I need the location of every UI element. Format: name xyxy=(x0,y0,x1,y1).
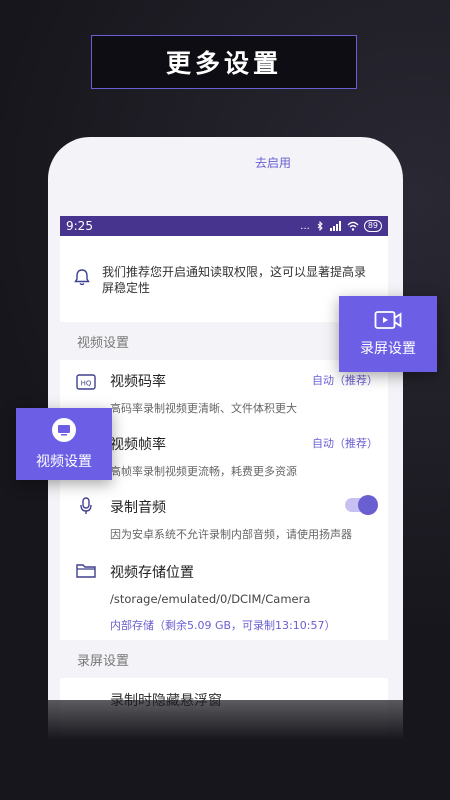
folder-icon xyxy=(76,564,96,578)
video-settings-label: 视频设置 xyxy=(36,454,92,470)
framerate-title[interactable]: 视频帧率 xyxy=(110,434,166,454)
enable-link[interactable]: 去启用 xyxy=(255,154,291,171)
audio-title[interactable]: 录制音频 xyxy=(110,497,166,517)
section-video-label: 视频设置 xyxy=(77,335,130,351)
status-dots: ... xyxy=(300,220,310,232)
bitrate-value[interactable]: 自动（推荐） xyxy=(312,372,378,388)
video-camera-icon xyxy=(374,311,402,329)
promo-title-text: 更多设置 xyxy=(165,49,282,78)
signal-icon xyxy=(329,221,341,231)
battery-indicator: 89 xyxy=(363,220,382,232)
section-record-settings: 录屏设置 xyxy=(60,640,388,678)
record-settings-label: 录屏设置 xyxy=(360,341,416,357)
status-bar: 9:25 ... 89 xyxy=(60,216,388,236)
svg-text:HQ: HQ xyxy=(81,380,92,388)
microphone-icon xyxy=(80,497,92,514)
toggle-knob xyxy=(358,495,378,515)
status-time: 9:25 xyxy=(66,219,93,233)
record-settings-card[interactable]: 录屏设置 xyxy=(339,296,437,372)
bitrate-desc: 高码率录制视频更清晰、文件体积更大 xyxy=(110,402,297,415)
notice-text: 我们推荐您开启通知读取权限，这可以显著提高录屏稳定性 xyxy=(102,265,367,295)
storage-title[interactable]: 视频存储位置 xyxy=(110,562,194,582)
hq-icon: HQ xyxy=(76,374,96,390)
video-settings-card[interactable]: 视频设置 xyxy=(16,408,112,480)
section-record-label: 录屏设置 xyxy=(77,653,130,669)
monitor-icon xyxy=(52,418,76,442)
promo-title: 更多设置 xyxy=(91,35,357,89)
audio-toggle[interactable] xyxy=(345,495,378,515)
framerate-value[interactable]: 自动（推荐） xyxy=(312,435,378,451)
wifi-icon xyxy=(347,221,359,231)
bitrate-title[interactable]: 视频码率 xyxy=(110,371,166,391)
bell-icon xyxy=(74,269,90,286)
status-icons: ... 89 xyxy=(300,220,382,232)
framerate-desc: 高帧率录制视频更流畅，耗费更多资源 xyxy=(110,465,297,478)
audio-desc: 因为安卓系统不允许录制内部音频，请使用扬声器 xyxy=(110,528,352,541)
bottom-fade xyxy=(0,700,450,800)
bluetooth-icon xyxy=(317,221,323,231)
storage-info: 内部存储（剩余5.09 GB，可录制13:10:57） xyxy=(110,619,336,632)
storage-path: /storage/emulated/0/DCIM/Camera xyxy=(110,592,311,606)
